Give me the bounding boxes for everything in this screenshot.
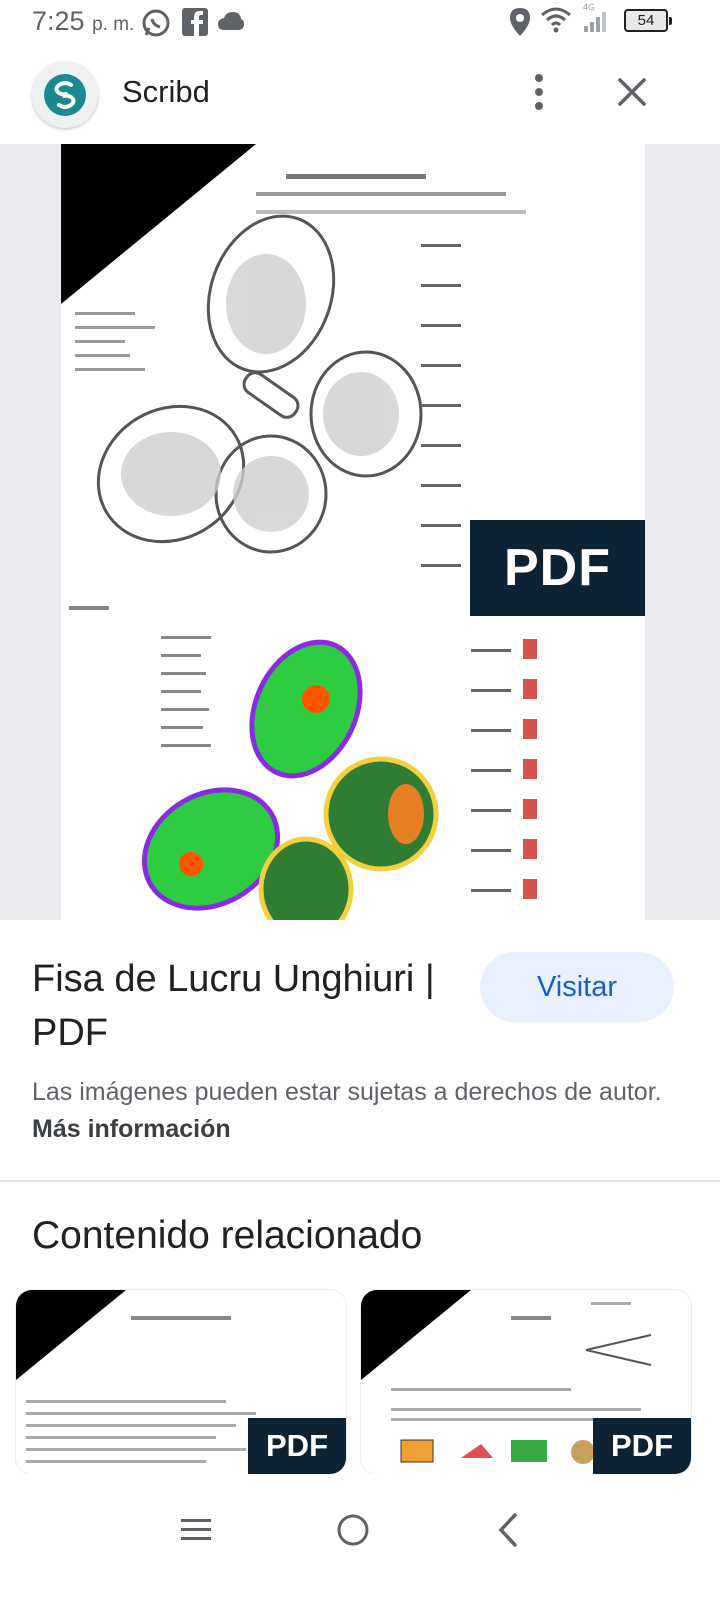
back-button[interactable] [478,1500,538,1560]
copyright-notice: Las imágenes pueden estar sujetas a dere… [32,1074,682,1148]
recent-apps-button[interactable] [166,1500,226,1560]
status-time-period: p. m. [92,14,135,35]
status-time: 7:25 p. m. [32,6,134,37]
pdf-badge: PDF [470,520,645,616]
copyright-text: Las imágenes pueden estar sujetas a dere… [32,1078,662,1106]
home-icon [337,1514,369,1546]
status-bar: 7:25 p. m. 4G 54 [0,0,720,44]
facebook-icon [182,8,208,41]
battery-icon: 54 [624,9,672,32]
network-type: 4G [583,2,596,12]
divider [0,1180,720,1182]
scribd-logo-icon [32,62,98,128]
more-vert-icon [535,74,543,110]
more-options-button[interactable] [520,70,560,114]
pdf-badge: PDF [593,1418,691,1474]
pdf-badge: PDF [248,1418,346,1474]
app-title: Scribd [122,74,210,109]
more-info-link[interactable]: Más información [32,1115,231,1143]
result-title: Fisa de Lucru Unghiuri | PDF [32,958,435,1054]
recent-apps-icon [181,1519,211,1540]
wifi-icon [540,6,572,39]
close-button[interactable] [612,72,652,112]
related-card[interactable]: PDF [16,1290,346,1474]
back-icon [498,1513,517,1547]
cloud-icon [218,12,244,35]
visit-button[interactable]: Visitar [480,952,674,1022]
image-preview[interactable]: PDF [0,144,720,920]
signal-icon [584,12,608,37]
home-button[interactable] [323,1500,383,1560]
status-time-value: 7:25 [32,6,85,36]
close-icon [618,78,646,106]
location-icon [510,8,530,41]
related-heading: Contenido relacionado [32,1214,423,1257]
related-card[interactable]: PDF [361,1290,691,1474]
whatsapp-icon [141,8,171,43]
app-header: Scribd [0,56,720,140]
navigation-bar [0,1474,720,1600]
